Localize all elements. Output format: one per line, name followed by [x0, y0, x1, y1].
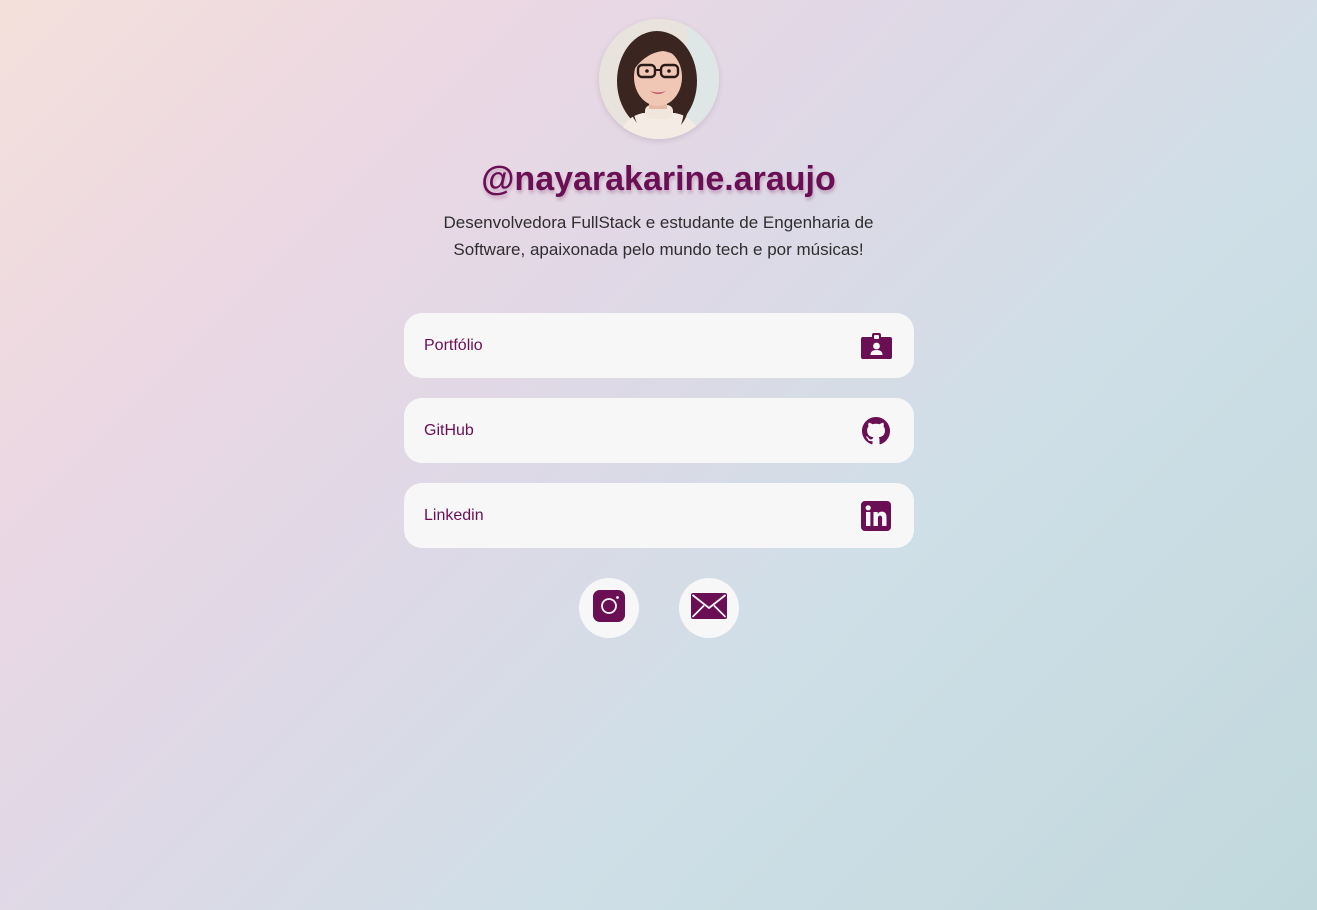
username-title: @nayarakarine.araujo [481, 160, 836, 198]
social-links [579, 578, 739, 638]
avatar-photo [599, 19, 719, 139]
linkedin-link-button[interactable]: Linkedin [404, 483, 914, 548]
github-icon [860, 415, 892, 447]
avatar [599, 19, 719, 139]
bio-text: Desenvolvedora FullStack e estudante de … [443, 213, 874, 259]
github-link-label: GitHub [424, 421, 474, 439]
portfolio-link-button[interactable]: Portfólio [404, 313, 914, 378]
link-list: Portfólio GitHub Linkedin [404, 313, 914, 568]
instagram-button[interactable] [579, 578, 639, 638]
portfolio-link-label: Portfólio [424, 336, 483, 354]
id-badge-icon [860, 330, 892, 362]
email-button[interactable] [679, 578, 739, 638]
mail-icon [691, 592, 727, 624]
github-link-button[interactable]: GitHub [404, 398, 914, 463]
linkedin-icon [860, 500, 892, 532]
linkedin-link-label: Linkedin [424, 506, 484, 524]
instagram-icon [593, 589, 625, 627]
